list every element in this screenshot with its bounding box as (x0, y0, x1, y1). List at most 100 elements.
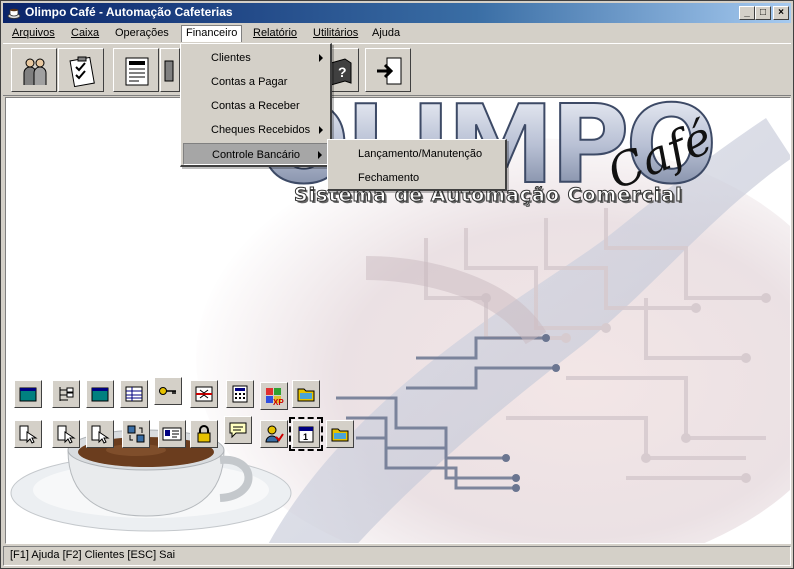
toolbar-clientes-button[interactable] (11, 48, 57, 92)
quick-window-button-1[interactable] (14, 380, 42, 408)
folder-icon (331, 428, 349, 442)
maximize-icon: □ (759, 7, 767, 18)
menu-item-contas-pagar[interactable]: Contas a Pagar (183, 71, 329, 93)
cursor-icon (19, 425, 38, 444)
document-icon (125, 57, 149, 86)
quick-folder-button-1[interactable] (292, 380, 320, 408)
close-button[interactable]: × (773, 6, 789, 20)
maximize-button[interactable]: □ (755, 6, 771, 20)
xp-icon: XP (266, 388, 284, 406)
menu-item-lancamento[interactable]: Lançamento/Manutenção (330, 143, 504, 165)
quick-grid-button[interactable] (120, 380, 148, 408)
submenu-arrow-icon (319, 126, 323, 134)
menu-item-contas-receber[interactable]: Contas a Receber (183, 95, 329, 117)
toolbar: ? (3, 43, 791, 96)
tools-icon (164, 60, 174, 82)
toolbar-ajuda-button[interactable]: ? (329, 48, 359, 92)
quick-cursor-button-3[interactable] (86, 420, 114, 448)
window-icon (19, 387, 37, 402)
menu-item-clientes-label: Clientes (211, 52, 251, 64)
calendar-icon: 1 (298, 426, 314, 443)
toolbar-ferramentas-button[interactable] (160, 48, 180, 92)
key-icon (159, 387, 176, 395)
quick-transfer-button[interactable] (122, 420, 150, 448)
menu-financeiro-label: Financeiro (186, 27, 238, 39)
minimize-button[interactable]: _ (739, 6, 755, 20)
quick-tree-button[interactable] (52, 380, 80, 408)
help-book-icon: ? (330, 58, 352, 86)
financeiro-menu: Clientes Contas a Pagar Contas a Receber… (180, 43, 332, 167)
quick-cursor-button-2[interactable] (52, 420, 80, 448)
menu-item-fechamento[interactable]: Fechamento (330, 167, 504, 189)
quick-calendar-button[interactable]: 1 (289, 417, 323, 451)
menu-relatorio[interactable]: Relatório (248, 25, 302, 42)
menu-utilitarios-label: Utilitários (313, 27, 359, 39)
menu-bar: Arquivos Caixa Operações Financeiro Rela… (3, 23, 791, 43)
svg-text:?: ? (338, 64, 347, 80)
minimize-icon: _ (744, 7, 750, 18)
status-bar: [F1] Ajuda [F2] Clientes [ESC] Sai (3, 546, 791, 566)
quick-message-button[interactable] (224, 416, 252, 444)
quick-cursor-button-1[interactable] (14, 420, 42, 448)
status-text: [F1] Ajuda [F2] Clientes [ESC] Sai (10, 549, 176, 561)
menu-arquivos-label: Arquivos (12, 27, 55, 39)
cursor-icon (57, 425, 76, 444)
menu-financeiro[interactable]: Financeiro (181, 25, 243, 42)
quick-window-button-2[interactable] (86, 380, 114, 408)
calculator-icon (232, 385, 248, 403)
user-check-icon (265, 425, 284, 443)
menu-operacoes[interactable]: Operações (110, 25, 174, 42)
title-bar[interactable]: Olimpo Café - Automação Cafeterias _ □ × (3, 3, 791, 23)
menu-item-cheques-recebidos-label: Cheques Recebidos (211, 124, 311, 136)
svg-text:1: 1 (303, 432, 308, 442)
toolbar-tarefas-button[interactable] (58, 48, 104, 92)
transfer-icon (127, 425, 145, 443)
quick-folder-button-2[interactable] (326, 420, 354, 448)
menu-caixa-label: Caixa (71, 27, 100, 39)
menu-item-controle-bancario-label: Controle Bancário (212, 149, 301, 161)
svg-text:XP: XP (273, 398, 284, 406)
cursor-icon (91, 425, 110, 444)
lock-icon (197, 425, 211, 443)
menu-ajuda-label: Ajuda (372, 27, 401, 39)
quick-calculator-button[interactable] (226, 380, 254, 408)
submenu-arrow-icon (319, 54, 323, 62)
window-icon (91, 387, 109, 402)
split-icon (195, 386, 213, 402)
menu-item-lancamento-label: Lançamento/Manutenção (358, 148, 483, 160)
id-card-icon (162, 427, 182, 441)
quick-split-button[interactable] (190, 380, 218, 408)
people-icon (23, 58, 47, 85)
quick-xp-button[interactable]: XP (260, 382, 288, 410)
quick-idcard-button[interactable] (158, 420, 186, 448)
submenu-arrow-icon (318, 151, 322, 159)
menu-utilitarios[interactable]: Utilitários (308, 25, 363, 42)
menu-arquivos[interactable]: Arquivos (7, 25, 60, 42)
toolbar-sair-button[interactable] (365, 48, 411, 92)
tree-icon (59, 387, 74, 401)
menu-item-fechamento-label: Fechamento (358, 172, 420, 184)
checklist-icon (69, 56, 95, 87)
menu-ajuda[interactable]: Ajuda (367, 25, 405, 42)
menu-operacoes-label: Operações (115, 27, 169, 39)
menu-item-cheques-recebidos[interactable]: Cheques Recebidos (183, 119, 329, 141)
menu-relatorio-label: Relatório (253, 27, 298, 39)
menu-item-contas-pagar-label: Contas a Pagar (211, 76, 288, 88)
folder-icon (297, 388, 315, 402)
exit-door-icon (377, 57, 402, 85)
menu-item-clientes[interactable]: Clientes (183, 47, 329, 69)
quick-user-check-button[interactable] (260, 420, 288, 448)
quick-lock-button[interactable] (190, 420, 218, 448)
controle-bancario-submenu: Lançamento/Manutenção Fechamento (327, 139, 507, 191)
menu-caixa[interactable]: Caixa (66, 25, 104, 42)
window-title: Olimpo Café - Automação Cafeterias (25, 5, 233, 19)
grid-icon (125, 386, 143, 402)
menu-item-contas-receber-label: Contas a Receber (211, 100, 300, 112)
quick-key-button[interactable] (154, 377, 182, 405)
cup-icon (7, 8, 21, 19)
app-window: Olimpo Café - Automação Cafeterias _ □ ×… (0, 0, 794, 569)
toolbar-documento-button[interactable] (113, 48, 159, 92)
close-icon: × (778, 7, 784, 18)
menu-item-controle-bancario[interactable]: Controle Bancário (183, 143, 329, 165)
message-icon (229, 422, 247, 439)
